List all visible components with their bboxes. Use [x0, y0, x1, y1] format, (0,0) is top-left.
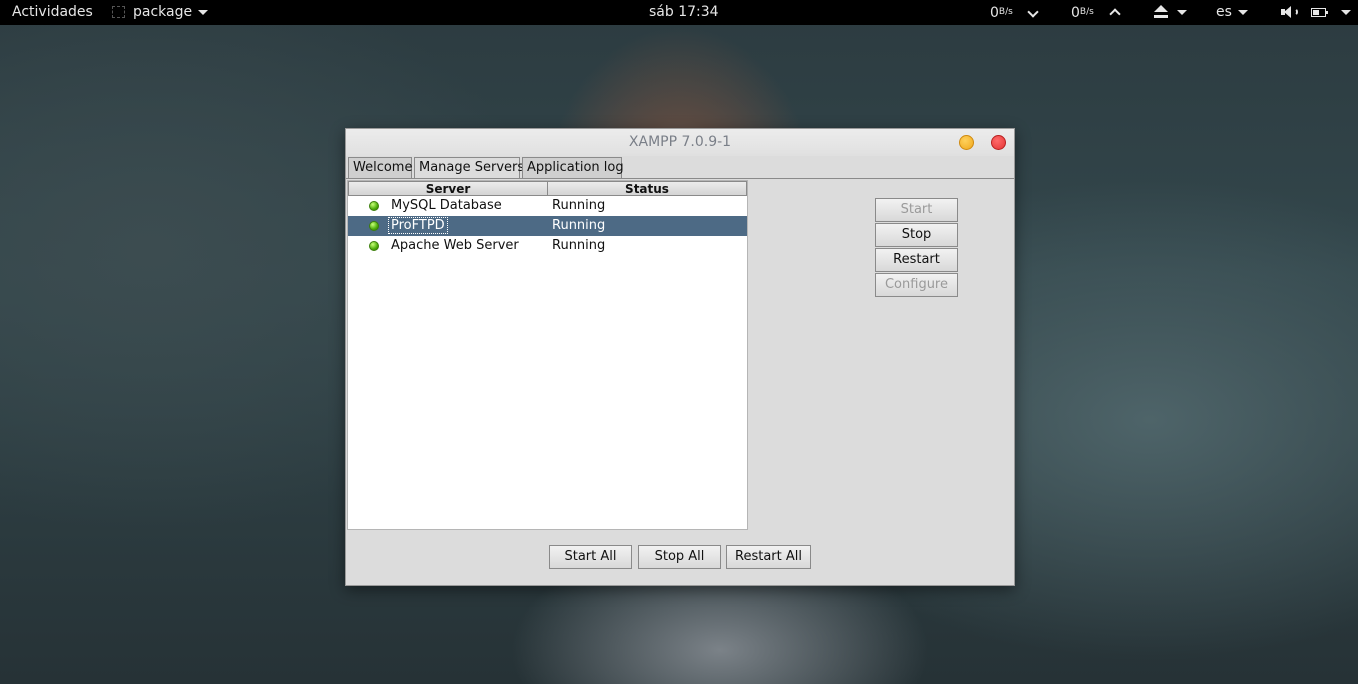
restart-all-button[interactable]: Restart All	[726, 545, 811, 569]
xampp-window: XAMPP 7.0.9-1 Welcome Manage Servers App…	[345, 128, 1015, 586]
net-download-indicator[interactable]: 0B/s	[990, 0, 1013, 25]
chevron-down-icon	[1177, 9, 1187, 15]
server-name: MySQL Database	[391, 198, 502, 213]
configure-button[interactable]: Configure	[875, 273, 958, 297]
download-arrow-icon	[1027, 0, 1039, 25]
status-running-icon	[369, 241, 379, 251]
window-title: XAMPP 7.0.9-1	[628, 134, 732, 150]
activities-button[interactable]: Actividades	[12, 0, 93, 25]
app-menu[interactable]: package	[112, 0, 209, 25]
close-button[interactable]	[991, 135, 1006, 150]
net-upload-unit: B/s	[1079, 7, 1094, 17]
status-running-icon	[369, 221, 379, 231]
stop-button[interactable]: Stop	[875, 223, 958, 247]
eject-menu[interactable]	[1154, 0, 1187, 25]
server-name: Apache Web Server	[391, 238, 519, 253]
net-download-unit: B/s	[998, 7, 1013, 17]
minimize-button[interactable]	[959, 135, 974, 150]
tab-application-log[interactable]: Application log	[522, 157, 624, 178]
system-menu[interactable]	[1281, 0, 1351, 25]
restart-button[interactable]: Restart	[875, 248, 958, 272]
tab-divider	[346, 178, 1014, 179]
start-button[interactable]: Start	[875, 198, 958, 222]
server-status: Running	[552, 198, 606, 213]
app-menu-label: package	[133, 4, 193, 20]
top-bar: Actividades package sáb 17:34 0B/s 0B/s …	[0, 0, 1358, 25]
volume-icon	[1281, 6, 1298, 18]
net-upload-value: 0	[1071, 5, 1080, 21]
net-download-value: 0	[990, 5, 999, 21]
status-running-icon	[369, 201, 379, 211]
clock[interactable]: sáb 17:34	[649, 0, 719, 25]
server-row-apache[interactable]: Apache Web Server Running	[348, 236, 747, 256]
keyboard-layout-menu[interactable]: es	[1216, 0, 1248, 25]
chevron-down-icon	[1340, 9, 1351, 15]
column-header-status[interactable]: Status	[547, 181, 747, 196]
title-bar[interactable]: XAMPP 7.0.9-1	[346, 129, 1014, 156]
server-row-proftpd[interactable]: ProFTPD Running	[348, 216, 747, 236]
server-row-mysql[interactable]: MySQL Database Running	[348, 196, 747, 216]
tab-welcome[interactable]: Welcome	[348, 157, 412, 178]
server-name: ProFTPD	[388, 217, 448, 234]
clock-label: sáb 17:34	[649, 4, 719, 20]
server-list[interactable]: Server Status MySQL Database Running Pro…	[347, 180, 748, 530]
keyboard-layout-label: es	[1216, 4, 1232, 20]
net-upload-indicator[interactable]: 0B/s	[1071, 0, 1094, 25]
chevron-down-icon	[198, 9, 209, 15]
app-icon	[112, 6, 125, 18]
server-status: Running	[552, 238, 606, 253]
eject-icon	[1154, 5, 1168, 19]
activities-label: Actividades	[12, 4, 93, 20]
stop-all-button[interactable]: Stop All	[638, 545, 721, 569]
tab-manage-servers[interactable]: Manage Servers	[414, 157, 524, 179]
upload-arrow-icon	[1109, 0, 1121, 25]
battery-icon	[1311, 7, 1329, 17]
start-all-button[interactable]: Start All	[549, 545, 632, 569]
column-header-server[interactable]: Server	[348, 181, 548, 196]
chevron-down-icon	[1237, 9, 1248, 15]
server-status: Running	[552, 218, 606, 233]
